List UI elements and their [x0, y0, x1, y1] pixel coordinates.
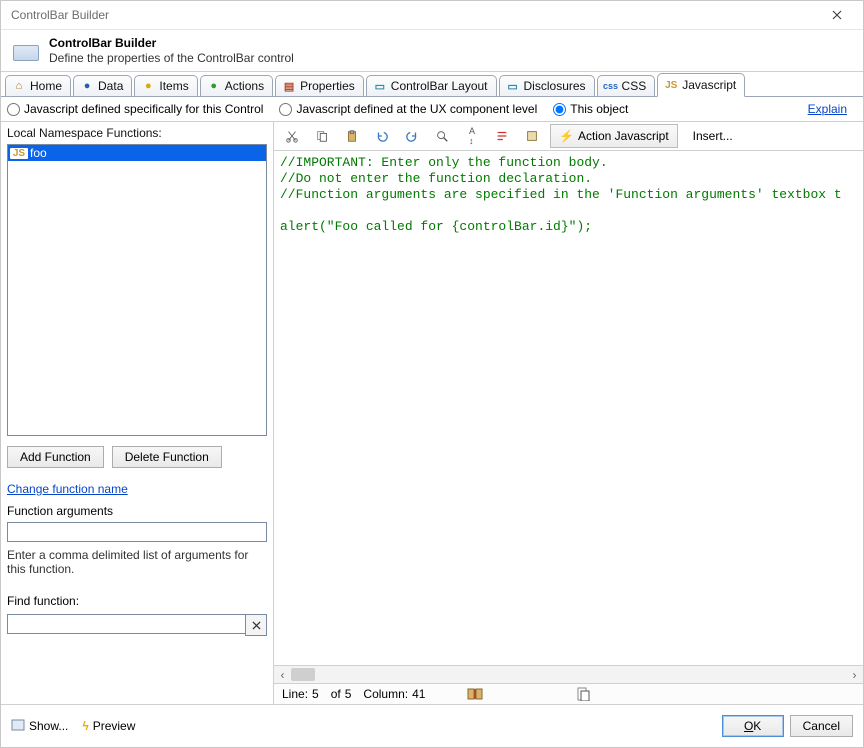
show-button[interactable]: Show...: [11, 719, 68, 734]
find-function-label: Find function:: [7, 594, 267, 608]
preview-button[interactable]: ϟ Preview: [82, 719, 135, 733]
titlebar: ControlBar Builder: [1, 1, 863, 30]
layout-icon: ▭: [373, 79, 387, 93]
status-total-lines: 5: [345, 687, 352, 701]
scroll-thumb[interactable]: [291, 668, 315, 681]
cut-icon[interactable]: [280, 124, 304, 148]
js-icon: [664, 78, 678, 92]
tab-label: Properties: [300, 79, 355, 93]
window-title: ControlBar Builder: [11, 8, 817, 22]
tab-label: ControlBar Layout: [391, 79, 488, 93]
status-col-value: 41: [412, 687, 425, 701]
actions-icon: ●: [207, 79, 221, 93]
radio-label: Javascript defined at the UX component l…: [296, 102, 537, 116]
radio-control-scope[interactable]: Javascript defined specifically for this…: [7, 102, 263, 116]
change-function-name-link[interactable]: Change function name: [7, 482, 267, 496]
header-title: ControlBar Builder: [49, 36, 294, 50]
code-editor[interactable]: //IMPORTANT: Enter only the function bod…: [274, 151, 863, 665]
find-icon[interactable]: [430, 124, 454, 148]
left-panel: Local Namespace Functions: JS foo Add Fu…: [1, 122, 273, 704]
disclosures-icon: ▭: [506, 79, 520, 93]
home-icon: ⌂: [12, 79, 26, 93]
paste-icon[interactable]: [340, 124, 364, 148]
scroll-left-icon[interactable]: ‹: [274, 666, 291, 683]
lightning-icon: ϟ: [82, 719, 88, 733]
editor-statusbar: Line: 5 of 5 Column: 41: [274, 683, 863, 704]
scroll-track[interactable]: [291, 666, 846, 683]
scope-radio-row: Javascript defined specifically for this…: [1, 97, 863, 122]
status-doc-icon[interactable]: [575, 687, 591, 701]
tab-data[interactable]: ● Data: [73, 75, 132, 96]
tab-label: CSS: [622, 79, 647, 93]
copy-icon[interactable]: [310, 124, 334, 148]
status-line-value: 5: [312, 687, 319, 701]
tab-disclosures[interactable]: ▭ Disclosures: [499, 75, 595, 96]
function-list-item[interactable]: JS foo: [8, 145, 266, 161]
dialog-footer: Show... ϟ Preview OK Cancel: [1, 704, 863, 747]
tab-items[interactable]: ● Items: [134, 75, 197, 96]
radio-label: This object: [570, 102, 628, 116]
function-name: foo: [30, 146, 47, 160]
dialog-header: ControlBar Builder Define the properties…: [1, 30, 863, 72]
tab-bar: ⌂Home ●Data ●Items ●Actions ▤Properties …: [1, 72, 863, 97]
radio-this-object[interactable]: This object: [553, 102, 628, 116]
undo-icon[interactable]: [370, 124, 394, 148]
code-text: //IMPORTANT: Enter only the function bod…: [274, 151, 863, 239]
css-icon: [604, 79, 618, 93]
tab-properties[interactable]: ▤ Properties: [275, 75, 364, 96]
close-button[interactable]: [817, 1, 857, 29]
tab-home[interactable]: ⌂ Home: [5, 75, 71, 96]
insert-button[interactable]: Insert...: [684, 124, 742, 148]
status-col-label: Column:: [363, 687, 408, 701]
bolt-icon: ⚡: [559, 129, 574, 143]
tab-label: Items: [159, 79, 188, 93]
tab-actions[interactable]: ● Actions: [200, 75, 273, 96]
delete-function-button[interactable]: Delete Function: [112, 446, 222, 468]
status-book-icon[interactable]: [467, 687, 483, 701]
tab-javascript[interactable]: Javascript: [657, 73, 745, 97]
functions-list-label: Local Namespace Functions:: [7, 126, 267, 140]
tab-controlbar-layout[interactable]: ▭ ControlBar Layout: [366, 75, 497, 96]
replace-icon[interactable]: A↕: [460, 124, 484, 148]
function-args-input[interactable]: [7, 522, 267, 542]
clear-find-button[interactable]: [245, 614, 267, 636]
horizontal-scrollbar[interactable]: ‹ ›: [274, 665, 863, 683]
status-of-label: of: [331, 687, 341, 701]
scroll-right-icon[interactable]: ›: [846, 666, 863, 683]
action-javascript-button[interactable]: ⚡ Action Javascript: [550, 124, 678, 148]
format-icon[interactable]: [490, 124, 514, 148]
radio-ux-scope[interactable]: Javascript defined at the UX component l…: [279, 102, 537, 116]
preview-label: Preview: [93, 719, 136, 733]
functions-list[interactable]: JS foo: [7, 144, 267, 436]
tab-css[interactable]: CSS: [597, 75, 656, 96]
tab-label: Javascript: [682, 78, 736, 92]
data-icon: ●: [80, 79, 94, 93]
controlbar-icon: [13, 45, 39, 61]
show-icon: [11, 719, 25, 734]
items-icon: ●: [141, 79, 155, 93]
add-function-button[interactable]: Add Function: [7, 446, 104, 468]
tab-label: Actions: [225, 79, 264, 93]
tab-label: Data: [98, 79, 123, 93]
reference-icon[interactable]: [520, 124, 544, 148]
properties-icon: ▤: [282, 79, 296, 93]
status-line-label: Line:: [282, 687, 308, 701]
redo-icon[interactable]: [400, 124, 424, 148]
cancel-button[interactable]: Cancel: [790, 715, 853, 737]
ok-button[interactable]: OK: [722, 715, 784, 737]
insert-label: Insert...: [693, 129, 733, 143]
action-js-label: Action Javascript: [578, 129, 669, 143]
editor-toolbar: A↕ ⚡ Action Javascript Insert...: [274, 122, 863, 151]
find-function-input[interactable]: [7, 614, 245, 634]
function-args-label: Function arguments: [7, 504, 267, 518]
radio-label: Javascript defined specifically for this…: [24, 102, 263, 116]
explain-link[interactable]: Explain: [808, 102, 847, 116]
tab-label: Disclosures: [524, 79, 586, 93]
header-subtitle: Define the properties of the ControlBar …: [49, 51, 294, 65]
editor-panel: A↕ ⚡ Action Javascript Insert... //IMPOR…: [273, 122, 863, 704]
function-args-hint: Enter a comma delimited list of argument…: [7, 548, 267, 576]
show-label: Show...: [29, 719, 68, 733]
js-icon: JS: [10, 148, 28, 159]
tab-label: Home: [30, 79, 62, 93]
